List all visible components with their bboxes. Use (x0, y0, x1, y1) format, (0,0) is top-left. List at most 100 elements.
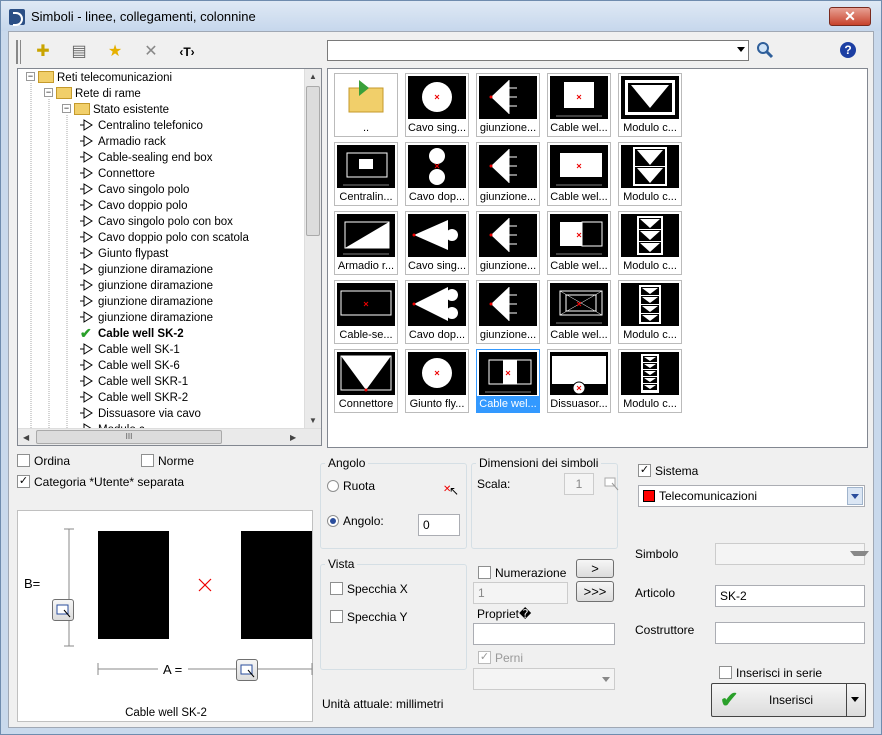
specchia-y-checkbox[interactable]: Specchia Y (330, 610, 408, 624)
symbol-tree[interactable]: − Reti telecomunicazioni − Rete di rame − Sta… (17, 68, 322, 446)
title-bar[interactable]: Simboli - linee, collegamenti, colonnine… (1, 1, 881, 31)
tree-item[interactable]: Dissuasore via cavo (80, 406, 201, 422)
tree-horizontal-thumb[interactable]: III (36, 430, 222, 444)
tree-item[interactable]: Cavo doppio polo (80, 198, 188, 214)
help-icon[interactable]: ? (840, 42, 856, 58)
tree-item[interactable]: Cavo doppio polo con scatola (80, 230, 249, 246)
tree-item[interactable]: Cable well SK-1 (80, 342, 180, 358)
symbol-cell[interactable]: .. (334, 73, 398, 137)
symbol-cell[interactable]: giunzione... (476, 142, 540, 206)
symbol-cell[interactable]: Modulo c... (618, 73, 682, 137)
collapse-icon[interactable]: − (44, 88, 53, 98)
numerazione-input[interactable]: 1 (473, 582, 568, 604)
search-combobox[interactable] (327, 40, 749, 61)
pick-a-button[interactable] (236, 659, 258, 681)
add-icon[interactable]: ✚ (32, 41, 54, 63)
scala-input[interactable]: 1 (564, 473, 594, 495)
symbol-cell[interactable]: Cavo sing... (405, 211, 469, 275)
numerazione-box[interactable] (478, 566, 491, 580)
symbol-cell[interactable]: Dissuasor... (547, 349, 611, 413)
inserisci-serie-checkbox[interactable]: Inserisci in serie (719, 666, 822, 680)
symbol-cell[interactable]: Cavo sing... (405, 73, 469, 137)
sistema-combobox[interactable]: Telecomunicazioni (638, 485, 865, 507)
collapse-icon[interactable]: − (62, 104, 71, 114)
scroll-down-icon[interactable]: ▼ (309, 416, 317, 425)
next-number-button[interactable]: > (576, 559, 614, 578)
tree-folder[interactable]: − Rete di rame (44, 86, 141, 102)
tree-folder[interactable]: − Stato esistente (62, 102, 169, 118)
angolo-radio-dot[interactable] (327, 514, 339, 527)
tree-item[interactable]: giunzione diramazione (80, 310, 213, 326)
symbol-cell[interactable]: Cable wel... (547, 280, 611, 344)
tree-horizontal-scrollbar[interactable]: ◀ III ▶ (18, 428, 321, 445)
symbol-cell[interactable]: Modulo c... (618, 211, 682, 275)
text-tag-icon[interactable]: ‹T› (176, 41, 198, 63)
symbol-cell[interactable]: Modulo c... (618, 280, 682, 344)
norme-checkbox[interactable]: Norme (141, 454, 194, 468)
close-button[interactable]: ✕ (829, 7, 871, 26)
tree-vertical-scrollbar[interactable]: ▲ ▼ (304, 69, 321, 429)
inserisci-button[interactable]: ✔ Inserisci (711, 683, 866, 717)
collapse-icon[interactable]: − (26, 72, 35, 82)
favorite-star-icon[interactable]: ★ (104, 41, 126, 63)
ordina-checkbox[interactable]: Ordina (17, 454, 70, 468)
specchia-y-box[interactable] (330, 610, 343, 624)
sistema-checkbox[interactable]: ✓ Sistema (638, 464, 698, 478)
perni-checkbox[interactable]: ✓ Perni (478, 651, 523, 665)
chevron-down-icon[interactable] (847, 487, 863, 505)
specchia-x-checkbox[interactable]: Specchia X (330, 582, 408, 596)
tree-item[interactable]: Connettore (80, 166, 155, 182)
ruota-radio[interactable]: Ruota (327, 479, 375, 493)
symbol-cell[interactable]: Cavo dop... (405, 142, 469, 206)
simbolo-combobox[interactable] (715, 543, 865, 565)
symbol-cell[interactable]: Centralin... (334, 142, 398, 206)
symbol-cell[interactable]: Connettore (334, 349, 398, 413)
symbol-cell[interactable]: Cable wel... (547, 73, 611, 137)
tree-item[interactable]: Cavo singolo polo (80, 182, 189, 198)
tree-item[interactable]: giunzione diramazione (80, 294, 213, 310)
ordina-box[interactable] (17, 454, 30, 468)
norme-box[interactable] (141, 454, 154, 468)
chevron-down-icon[interactable] (737, 47, 745, 52)
symbol-cell[interactable]: Giunto fly... (405, 349, 469, 413)
symbol-cell[interactable]: Cavo dop... (405, 280, 469, 344)
delete-icon[interactable]: ✕ (140, 41, 162, 63)
tree-item[interactable]: Cable well SKR-2 (80, 390, 188, 406)
articolo-input[interactable]: SK-2 (715, 585, 865, 607)
symbol-cell[interactable]: Cable wel... (547, 142, 611, 206)
sistema-box[interactable]: ✓ (638, 464, 651, 478)
categoria-box[interactable]: ✓ (17, 475, 30, 489)
properties-icon[interactable]: ▤ (68, 41, 90, 63)
tree-item[interactable]: Cable well SK-6 (80, 358, 180, 374)
scroll-up-icon[interactable]: ▲ (309, 72, 317, 81)
symbol-cell[interactable]: Cable-se... (334, 280, 398, 344)
angolo-radio[interactable]: Angolo: (327, 514, 384, 528)
symbol-cell[interactable]: Cable wel... (476, 349, 540, 413)
perni-box[interactable]: ✓ (478, 651, 491, 665)
symbol-cell[interactable]: Armadio r... (334, 211, 398, 275)
scroll-right-icon[interactable]: ▶ (290, 433, 296, 442)
tree-item[interactable]: Centralino telefonico (80, 118, 203, 134)
symbol-cell[interactable]: Cable wel... (547, 211, 611, 275)
symbol-cell[interactable]: giunzione... (476, 211, 540, 275)
tree-item[interactable]: giunzione diramazione (80, 262, 213, 278)
symbol-cell[interactable]: giunzione... (476, 73, 540, 137)
categoria-checkbox[interactable]: ✓ Categoria *Utente* separata (17, 475, 184, 489)
numerazione-checkbox[interactable]: Numerazione (478, 566, 566, 580)
tree-folder[interactable]: − Reti telecomunicazioni (26, 70, 172, 86)
tree-item[interactable]: Cavo singolo polo con box (80, 214, 233, 230)
all-numbers-button[interactable]: >>> (576, 581, 614, 602)
tree-item[interactable]: Armadio rack (80, 134, 166, 150)
tree-vertical-thumb[interactable] (306, 86, 320, 236)
pick-scale-icon[interactable] (603, 475, 621, 493)
perni-combobox[interactable] (473, 668, 615, 690)
tree-item[interactable]: Giunto flypast (80, 246, 168, 262)
pick-b-button[interactable] (52, 599, 74, 621)
scroll-left-icon[interactable]: ◀ (23, 433, 29, 442)
symbol-cell[interactable]: Modulo c... (618, 142, 682, 206)
tree-item[interactable]: ✔ Cable well SK-2 (80, 326, 184, 342)
magnifier-icon[interactable] (755, 40, 775, 60)
inserisci-serie-box[interactable] (719, 666, 732, 680)
toolbar-grip[interactable] (16, 40, 21, 64)
tree-item[interactable]: Cable well SKR-1 (80, 374, 188, 390)
